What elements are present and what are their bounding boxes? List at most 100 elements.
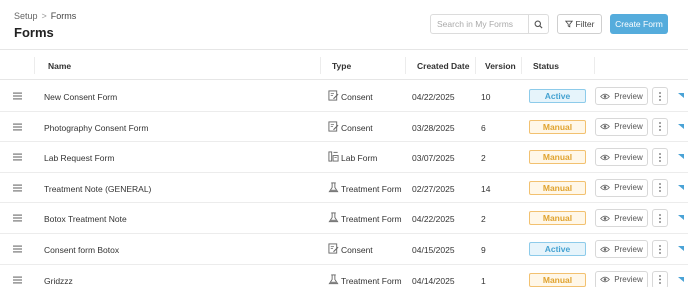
row-edge-marker — [678, 184, 684, 190]
search-input[interactable] — [431, 15, 528, 33]
drag-handle-icon[interactable] — [13, 123, 22, 133]
filter-button[interactable]: Filter — [557, 14, 602, 34]
search-box — [430, 14, 549, 34]
more-actions-button[interactable] — [652, 148, 668, 167]
drag-handle-icon[interactable] — [13, 153, 22, 163]
consent-icon — [328, 90, 339, 103]
more-actions-button[interactable] — [652, 117, 668, 136]
row-edge-marker — [678, 154, 684, 160]
drag-handle-icon[interactable] — [13, 92, 22, 102]
form-name[interactable]: Treatment Note (GENERAL) — [44, 184, 151, 194]
more-actions-button[interactable] — [652, 270, 668, 287]
version-number: 1 — [481, 275, 486, 286]
table-row[interactable]: Botox Treatment Note Treatment Form 04/22/… — [0, 203, 688, 234]
form-type: Consent — [341, 245, 373, 255]
form-name[interactable]: Photography Consent Form — [44, 123, 148, 133]
column-header-created-date[interactable]: Created Date — [417, 61, 469, 71]
preview-label: Preview — [614, 275, 643, 285]
preview-button[interactable]: Preview — [595, 270, 648, 287]
status-badge: Manual — [529, 119, 586, 134]
eye-icon — [600, 185, 611, 191]
eye-icon — [600, 93, 611, 99]
version-number: 10 — [481, 92, 491, 102]
preview-label: Preview — [614, 213, 643, 223]
version-number: 2 — [481, 214, 486, 225]
create-form-button[interactable]: Create Form — [610, 14, 668, 34]
breadcrumb-setup-link[interactable]: Setup — [14, 11, 38, 21]
table-header: Name Type Created Date Version Status — [0, 51, 688, 80]
form-type: Consent — [341, 92, 373, 102]
created-date: 03/07/2025 — [412, 153, 455, 164]
page-title: Forms — [14, 25, 54, 40]
version-number: 6 — [481, 122, 486, 133]
eye-icon — [600, 215, 611, 222]
drag-handle-icon[interactable] — [13, 184, 22, 194]
form-name[interactable]: Lab Request Form — [44, 153, 114, 163]
more-actions-button[interactable] — [652, 240, 668, 258]
form-name[interactable]: Gridzzz — [44, 276, 73, 286]
kebab-menu-icon — [659, 183, 661, 193]
table-row[interactable]: Gridzzz Treatment Form 04/14/2025 1 Manual Pr… — [0, 265, 688, 287]
preview-button[interactable]: Preview — [595, 87, 648, 105]
breadcrumb: Setup > Forms — [14, 11, 76, 21]
version-number: 2 — [481, 153, 486, 164]
preview-button[interactable]: Preview — [595, 240, 648, 258]
column-header-type[interactable]: Type — [332, 61, 351, 71]
form-name[interactable]: Botox Treatment Note — [44, 214, 127, 224]
column-divider — [521, 57, 522, 74]
treatment-form-icon — [328, 212, 339, 225]
eye-icon — [600, 154, 611, 160]
status-badge: Manual — [529, 150, 586, 165]
table-row[interactable]: New Consent Form Consent 04/22/2025 10 Activ… — [0, 81, 688, 112]
search-icon — [534, 20, 543, 29]
status-badge: Manual — [529, 211, 586, 226]
table-row[interactable]: Lab Request Form Lab Form 03/07/2025 2 Manua… — [0, 142, 688, 173]
created-date: 03/28/2025 — [412, 122, 455, 133]
filter-label: Filter — [575, 19, 595, 29]
form-name[interactable]: Consent form Botox — [44, 245, 119, 255]
row-edge-marker — [678, 93, 684, 98]
preview-button[interactable]: Preview — [595, 209, 648, 228]
status-badge: Active — [529, 242, 586, 256]
column-divider — [475, 57, 476, 74]
table-row[interactable]: Photography Consent Form Consent 03/28/202… — [0, 112, 688, 143]
table-row[interactable]: Treatment Note (GENERAL) Treatment Form 02… — [0, 173, 688, 204]
preview-label: Preview — [614, 244, 643, 254]
table-row[interactable]: Consent form Botox Consent 04/15/2025 9 Acti… — [0, 234, 688, 265]
treatment-form-icon — [328, 274, 339, 287]
drag-handle-icon[interactable] — [13, 214, 22, 224]
more-actions-button[interactable] — [652, 209, 668, 228]
breadcrumb-separator: > — [41, 11, 47, 21]
drag-handle-icon[interactable] — [13, 245, 22, 255]
search-button[interactable] — [528, 15, 548, 33]
preview-label: Preview — [614, 122, 643, 132]
more-actions-button[interactable] — [652, 178, 668, 197]
kebab-menu-icon — [659, 122, 661, 131]
kebab-menu-icon — [659, 275, 661, 284]
row-edge-marker — [678, 276, 684, 282]
form-name[interactable]: New Consent Form — [44, 92, 117, 102]
preview-button[interactable]: Preview — [595, 148, 648, 167]
more-actions-button[interactable] — [652, 87, 668, 105]
status-badge: Active — [529, 89, 586, 103]
form-type: Consent — [341, 122, 373, 133]
column-divider — [34, 57, 35, 74]
created-date: 04/14/2025 — [412, 275, 455, 286]
column-divider — [405, 57, 406, 74]
column-divider — [320, 57, 321, 74]
lab-form-icon — [328, 151, 339, 164]
breadcrumb-current: Forms — [50, 11, 77, 21]
preview-button[interactable]: Preview — [595, 117, 648, 136]
created-date: 04/22/2025 — [412, 92, 455, 102]
form-type: Treatment Form — [341, 275, 402, 286]
consent-icon — [328, 243, 339, 256]
drag-handle-icon[interactable] — [13, 276, 22, 286]
form-type: Lab Form — [341, 153, 378, 164]
column-header-name[interactable]: Name — [48, 61, 71, 71]
page-header: Setup>Forms Forms Filter Create Form — [0, 0, 688, 50]
created-date: 02/27/2025 — [412, 183, 455, 194]
column-header-version[interactable]: Version — [485, 61, 516, 71]
preview-button[interactable]: Preview — [595, 178, 648, 197]
created-date: 04/15/2025 — [412, 245, 455, 255]
column-header-status[interactable]: Status — [533, 61, 559, 71]
